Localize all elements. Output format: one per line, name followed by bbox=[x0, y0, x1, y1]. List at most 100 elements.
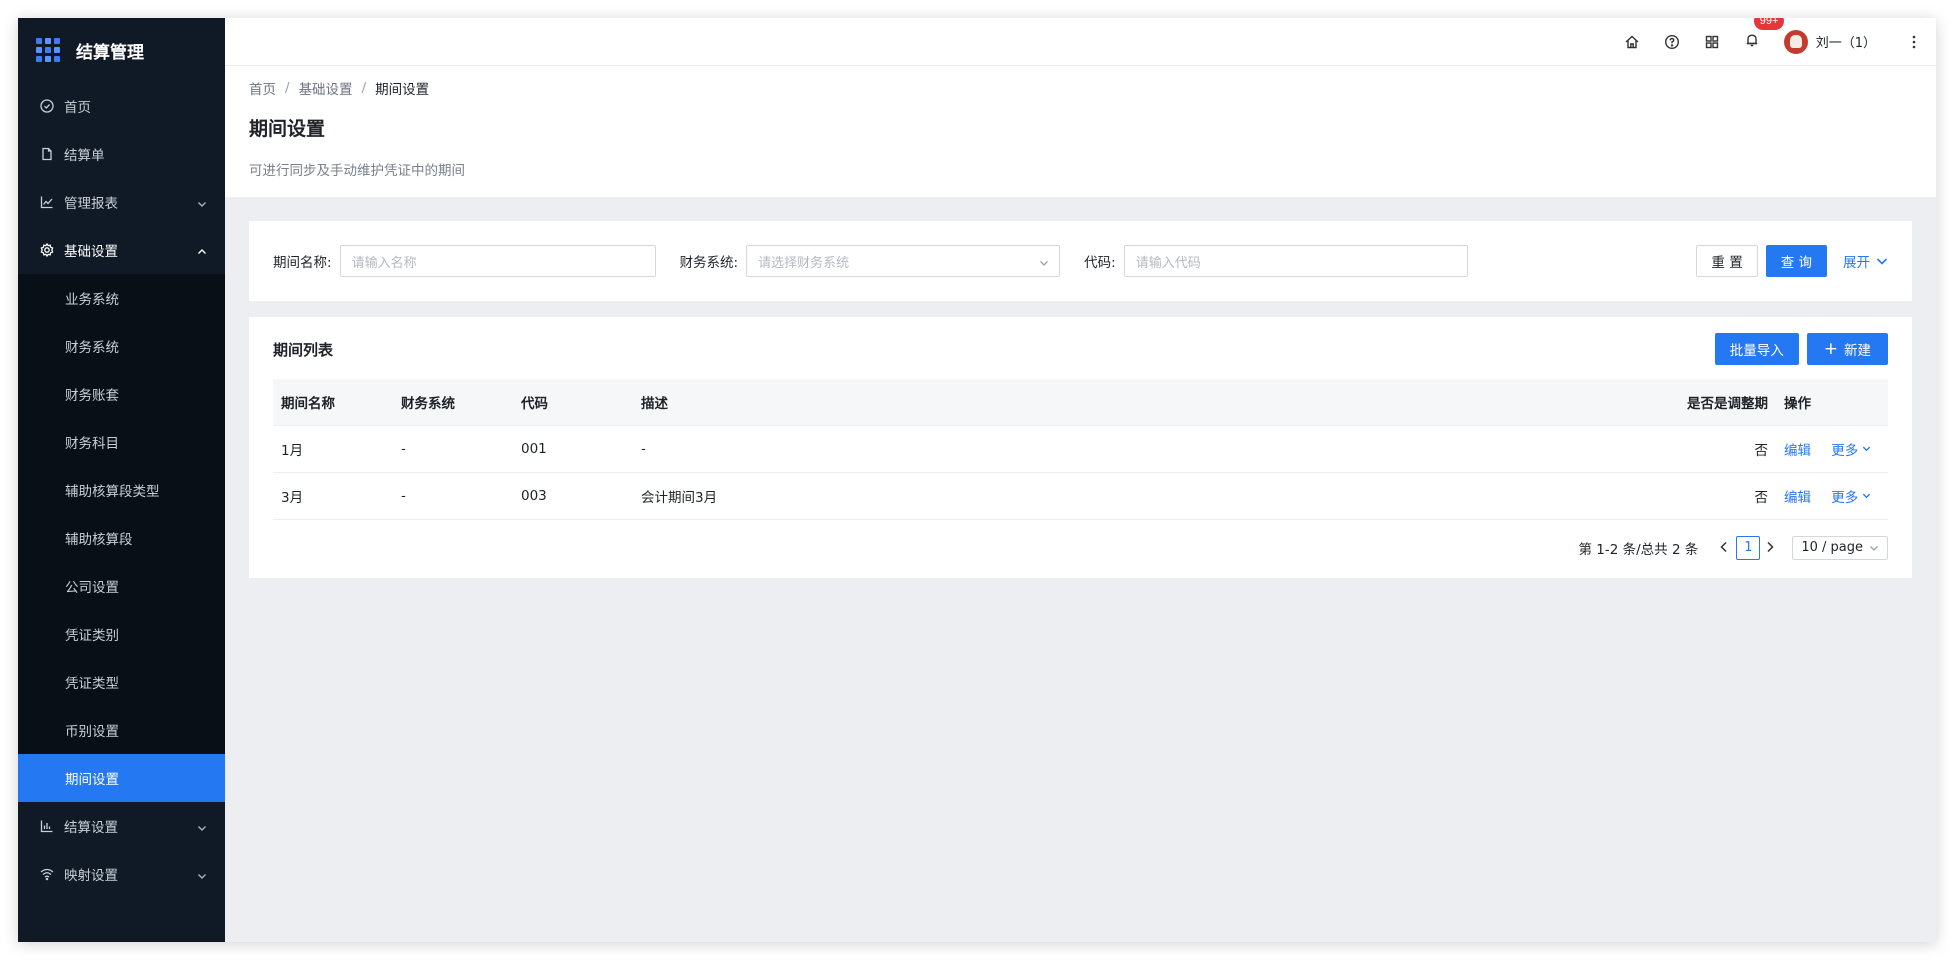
sidebar-subitem-aux-segment[interactable]: 辅助核算段 bbox=[18, 514, 225, 562]
expand-label: 展开 bbox=[1843, 255, 1870, 271]
sidebar-subitem-finance-book[interactable]: 财务账套 bbox=[18, 370, 225, 418]
cell-system: - bbox=[393, 425, 513, 473]
notifications[interactable]: 99+ bbox=[1744, 18, 1785, 52]
period-name-placeholder: 请输入名称 bbox=[351, 255, 417, 271]
cell-name: 1月 bbox=[273, 425, 393, 473]
file-icon bbox=[40, 147, 54, 161]
code-input[interactable]: 请输入代码 bbox=[1123, 245, 1468, 277]
column-header: 代码 bbox=[513, 379, 633, 426]
new-button-label: 新建 bbox=[1844, 343, 1871, 359]
page-number-current[interactable]: 1 bbox=[1736, 535, 1761, 560]
page-size-select[interactable]: 10 / page bbox=[1792, 535, 1888, 560]
sidebar-item-label: 映射设置 bbox=[64, 868, 118, 884]
sidebar-item-label: 基础设置 bbox=[64, 244, 118, 260]
new-button[interactable]: + 新建 bbox=[1806, 333, 1888, 365]
chevron-down-icon bbox=[1863, 493, 1871, 499]
batch-import-button[interactable]: 批量导入 bbox=[1714, 333, 1799, 365]
page-description: 可进行同步及手动维护凭证中的期间 bbox=[249, 163, 465, 179]
sidebar-subitem-currency[interactable]: 币别设置 bbox=[18, 706, 225, 754]
finance-system-placeholder: 请选择财务系统 bbox=[758, 255, 850, 271]
plus-icon: + bbox=[1823, 338, 1838, 359]
apps-grid-icon bbox=[36, 38, 60, 62]
chevron-left-icon[interactable] bbox=[1718, 541, 1732, 555]
sidebar-subitem-period[interactable]: 期间设置 bbox=[18, 754, 225, 802]
table-header-row: 期间名称 财务系统 代码 描述 是否是调整期 操作 bbox=[273, 379, 1888, 426]
chevron-down-icon bbox=[197, 821, 207, 831]
sidebar-item-settlement-settings[interactable]: 结算设置 bbox=[18, 802, 225, 850]
finance-system-select[interactable]: 请选择财务系统 bbox=[746, 245, 1061, 277]
page-size-value: 10 / page bbox=[1801, 540, 1863, 555]
expand-toggle[interactable]: 展开 bbox=[1843, 251, 1888, 271]
user-menu[interactable]: 刘一（1） bbox=[1783, 29, 1876, 54]
pagination: 第 1-2 条/总共 2 条 1 10 / page bbox=[273, 520, 1888, 576]
column-header: 财务系统 bbox=[393, 379, 513, 426]
sidebar-subitem-voucher-type[interactable]: 凭证类型 bbox=[18, 658, 225, 706]
sidebar-item-label: 结算设置 bbox=[64, 820, 118, 836]
sidebar-subitem-company[interactable]: 公司设置 bbox=[18, 562, 225, 610]
cell-adjust: 否 bbox=[1646, 472, 1776, 520]
sidebar-subitem-voucher-category[interactable]: 凭证类别 bbox=[18, 610, 225, 658]
page-header: 首页 / 基础设置 / 期间设置 期间设置 可进行同步及手动维护凭证中的期间 bbox=[225, 66, 1936, 197]
sidebar-item-settlement[interactable]: 结算单 bbox=[18, 130, 225, 178]
period-name-label: 期间名称: bbox=[273, 255, 332, 271]
more-dropdown[interactable]: 更多 bbox=[1831, 486, 1871, 506]
apps-icon[interactable] bbox=[1704, 34, 1720, 50]
app-window: 结算管理 首页 结算单 管理报表 基础设置 业务系统 财务系统 财务账套 财务科… bbox=[18, 18, 1936, 942]
cell-code: 003 bbox=[513, 472, 633, 520]
sidebar-menu: 首页 结算单 管理报表 基础设置 bbox=[18, 82, 225, 274]
cell-desc: 会计期间3月 bbox=[633, 472, 1646, 520]
app-title: 结算管理 bbox=[76, 42, 144, 63]
home-icon[interactable] bbox=[1624, 34, 1640, 50]
finance-system-label: 财务系统: bbox=[679, 255, 739, 271]
more-vertical-icon[interactable] bbox=[1906, 34, 1922, 50]
breadcrumb-parent[interactable]: 基础设置 bbox=[299, 78, 353, 98]
pagination-total: 第 1-2 条/总共 2 条 bbox=[1578, 541, 1699, 558]
edit-link[interactable]: 编辑 bbox=[1784, 490, 1811, 506]
brand[interactable]: 结算管理 bbox=[18, 18, 225, 82]
sidebar-subitem-aux-segment-type[interactable]: 辅助核算段类型 bbox=[18, 466, 225, 514]
list-header: 期间列表 批量导入 + 新建 bbox=[273, 333, 1888, 365]
bar-chart-icon bbox=[40, 819, 54, 833]
sidebar-subitem-finance-system[interactable]: 财务系统 bbox=[18, 322, 225, 370]
sidebar-item-mapping-settings[interactable]: 映射设置 bbox=[18, 850, 225, 898]
line-chart-icon bbox=[40, 195, 54, 209]
avatar bbox=[1783, 29, 1808, 54]
notification-badge: 99+ bbox=[1753, 18, 1785, 30]
sidebar-subitem-finance-account[interactable]: 财务科目 bbox=[18, 418, 225, 466]
reset-button[interactable]: 重 置 bbox=[1696, 245, 1758, 277]
sidebar-item-reports[interactable]: 管理报表 bbox=[18, 178, 225, 226]
chevron-down-icon bbox=[1863, 446, 1871, 452]
column-header: 是否是调整期 bbox=[1646, 379, 1776, 426]
chevron-down-icon bbox=[1876, 258, 1888, 265]
more-dropdown[interactable]: 更多 bbox=[1831, 439, 1871, 459]
username: 刘一（1） bbox=[1815, 36, 1876, 51]
cell-system: - bbox=[393, 472, 513, 520]
period-name-input[interactable]: 请输入名称 bbox=[339, 245, 656, 277]
table-row: 1月 - 001 - 否 编辑 更多 bbox=[273, 425, 1888, 473]
gear-icon bbox=[40, 243, 54, 257]
help-icon[interactable] bbox=[1664, 34, 1680, 50]
wifi-icon bbox=[40, 867, 54, 881]
column-header: 期间名称 bbox=[273, 379, 393, 426]
chevron-down-icon bbox=[197, 869, 207, 879]
cell-desc: - bbox=[633, 425, 1646, 473]
edit-link[interactable]: 编辑 bbox=[1784, 443, 1811, 459]
cell-code: 001 bbox=[513, 425, 633, 473]
sidebar-item-home[interactable]: 首页 bbox=[18, 82, 225, 130]
chevron-down-icon bbox=[1870, 545, 1878, 551]
list-title: 期间列表 bbox=[273, 340, 334, 359]
column-header: 操作 bbox=[1776, 379, 1888, 426]
basic-settings-submenu: 业务系统 财务系统 财务账套 财务科目 辅助核算段类型 辅助核算段 公司设置 凭… bbox=[18, 274, 225, 802]
breadcrumb-separator: / bbox=[285, 80, 290, 96]
sidebar-item-basic-settings[interactable]: 基础设置 bbox=[18, 226, 225, 274]
code-label: 代码: bbox=[1084, 255, 1116, 271]
chevron-right-icon[interactable] bbox=[1764, 541, 1778, 555]
sidebar-subitem-business-system[interactable]: 业务系统 bbox=[18, 274, 225, 322]
sidebar-item-label: 结算单 bbox=[64, 148, 105, 164]
sidebar-menu-bottom: 结算设置 映射设置 bbox=[18, 802, 225, 898]
chevron-down-icon bbox=[1039, 257, 1049, 267]
cell-name: 3月 bbox=[273, 472, 393, 520]
query-button[interactable]: 查 询 bbox=[1765, 245, 1827, 277]
period-table: 期间名称 财务系统 代码 描述 是否是调整期 操作 1月 - 001 - 否 编… bbox=[273, 379, 1888, 520]
breadcrumb-home[interactable]: 首页 bbox=[249, 78, 276, 98]
